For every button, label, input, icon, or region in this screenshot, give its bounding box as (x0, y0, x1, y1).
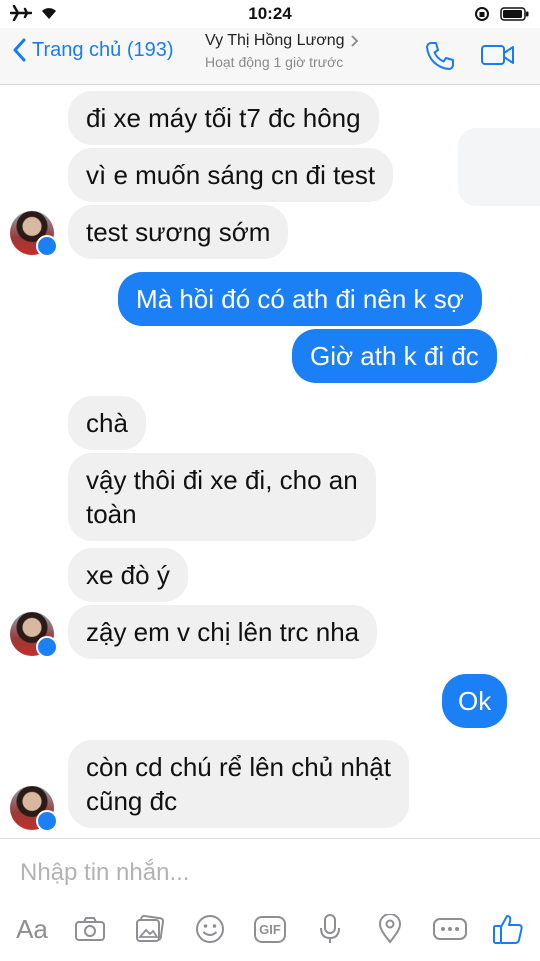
camera-button[interactable] (72, 911, 108, 947)
video-camera-icon[interactable] (480, 43, 516, 67)
message-text: Ok (458, 686, 492, 716)
message-composer: Nhập tin nhắn... Aa GIF (0, 838, 540, 961)
floating-chat-head[interactable] (458, 128, 540, 206)
message-text: đi xe máy tối t7 đc hông (86, 103, 361, 133)
gif-icon: GIF (254, 915, 286, 943)
voice-button[interactable] (312, 911, 348, 947)
composer-toolbar: Aa GIF (0, 911, 540, 955)
message-text: chà (86, 408, 128, 438)
message-text: xe đò ý (86, 560, 170, 590)
message-text: zậy em v chị lên trc nha (86, 617, 360, 647)
back-label: Trang chủ (193) (32, 38, 174, 61)
avatar[interactable] (10, 211, 58, 257)
back-chevron-icon (13, 38, 26, 62)
more-button[interactable] (430, 911, 470, 947)
avatar[interactable] (10, 612, 58, 658)
conversation-header: Trang chủ (193) Vy Thị Hồng Lương Hoạt đ… (0, 28, 540, 85)
avatar[interactable] (10, 786, 58, 832)
message-bubble[interactable]: Ok (442, 674, 508, 728)
contact-name: Vy Thị Hồng Lương (205, 32, 345, 49)
message-bubble[interactable]: vì e muốn sáng cn đi test (68, 148, 394, 202)
message-bubble[interactable]: Mà hồi đó có ath đi nên k sợ (118, 272, 482, 326)
message-bubble[interactable]: test sương sớm (68, 205, 289, 259)
status-time: 10:24 (248, 4, 292, 23)
status-bar: 10:24 (0, 0, 540, 28)
messenger-badge-icon (36, 235, 58, 257)
camera-icon (75, 917, 105, 941)
message-bubble[interactable]: Giờ ath k đi đc (292, 329, 497, 383)
emoji-button[interactable] (192, 911, 228, 947)
message-input[interactable]: Nhập tin nhắn... (20, 859, 189, 887)
back-button[interactable]: Trang chủ (193) (12, 38, 174, 62)
like-icon (493, 915, 523, 944)
chevron-right-icon (350, 35, 358, 47)
message-bubble[interactable]: chà (68, 396, 146, 450)
message-text-line: vậy thôi đi xe đi, cho an (86, 465, 358, 495)
contact-info[interactable]: Vy Thị Hồng Lương Hoạt động 1 giờ trước (205, 32, 375, 70)
gallery-icon (136, 915, 165, 942)
like-button[interactable] (488, 911, 528, 947)
message-bubble[interactable]: đi xe máy tối t7 đc hông (68, 91, 379, 145)
gif-button[interactable]: GIF (252, 911, 288, 947)
location-icon (378, 914, 402, 944)
message-bubble[interactable]: vậy thôi đi xe đi, cho an toàn (68, 453, 376, 541)
phone-icon[interactable] (424, 40, 456, 72)
activity-status: Hoạt động 1 giờ trước (205, 54, 344, 70)
gallery-button[interactable] (132, 911, 168, 947)
message-text: test sương sớm (86, 217, 271, 247)
message-text: vì e muốn sáng cn đi test (86, 160, 376, 190)
lock-rotation-icon (475, 7, 489, 21)
message-text: Giờ ath k đi đc (310, 341, 479, 371)
gif-label: GIF (259, 921, 281, 937)
emoji-icon (196, 915, 224, 943)
message-text: Mà hồi đó có ath đi nên k sợ (136, 284, 464, 314)
message-text-line: toàn (86, 499, 137, 529)
message-bubble[interactable]: xe đò ý (68, 548, 188, 602)
message-text-line: còn cd chú rể lên chủ nhật (86, 752, 391, 782)
aa-label: Aa (16, 913, 48, 944)
location-button[interactable] (372, 911, 408, 947)
message-bubble[interactable]: zậy em v chị lên trc nha (68, 605, 378, 659)
text-format-button[interactable]: Aa (12, 911, 52, 947)
battery-icon (500, 7, 529, 21)
message-bubble[interactable]: còn cd chú rể lên chủ nhật cũng đc (68, 740, 409, 828)
messenger-badge-icon (36, 636, 58, 658)
microphone-icon (320, 914, 340, 943)
message-text-line: cũng đc (86, 786, 178, 816)
status-right (474, 6, 530, 22)
messenger-badge-icon (36, 810, 58, 832)
more-icon (433, 918, 467, 940)
